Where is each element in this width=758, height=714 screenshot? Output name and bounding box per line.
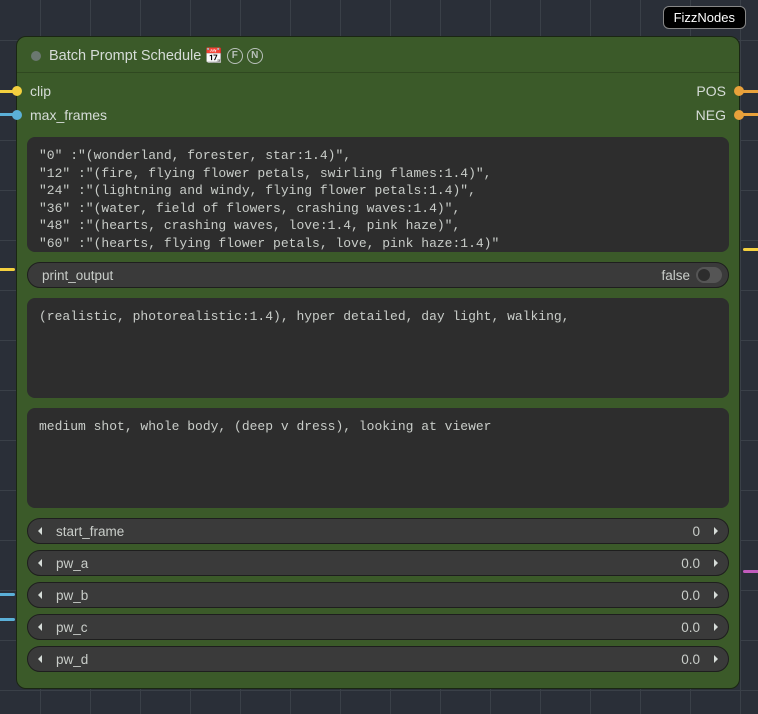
port-label: clip	[30, 83, 51, 99]
collapse-dot-icon[interactable]	[31, 51, 41, 61]
wire	[0, 268, 15, 271]
fn-badge-n-icon: N	[247, 48, 263, 64]
port-dot-icon	[12, 110, 22, 120]
spinner-label: pw_c	[52, 620, 681, 635]
increment-arrow-icon[interactable]	[704, 558, 728, 568]
node-titlebar[interactable]: Batch Prompt Schedule 📆 F N	[17, 37, 739, 73]
decrement-arrow-icon[interactable]	[28, 558, 52, 568]
print-output-toggle[interactable]: print_output false	[27, 262, 729, 288]
port-dot-icon	[12, 86, 22, 96]
spinner-value: 0	[692, 524, 704, 539]
spinner-label: pw_b	[52, 588, 681, 603]
port-label: POS	[696, 83, 726, 99]
toggle-label: print_output	[42, 268, 113, 283]
node-title: Batch Prompt Schedule 📆 F N	[49, 47, 263, 64]
port-label: NEG	[696, 107, 726, 123]
decrement-arrow-icon[interactable]	[28, 526, 52, 536]
port-dot-icon	[734, 86, 744, 96]
port-label: max_frames	[30, 107, 107, 123]
calendar-icon: 📆	[205, 47, 222, 64]
decrement-arrow-icon[interactable]	[28, 590, 52, 600]
wire	[0, 618, 15, 621]
increment-arrow-icon[interactable]	[704, 654, 728, 664]
increment-arrow-icon[interactable]	[704, 590, 728, 600]
node-batch-prompt-schedule[interactable]: Batch Prompt Schedule 📆 F N clip POS max…	[16, 36, 740, 689]
wire	[743, 570, 758, 573]
text-b-input[interactable]: medium shot, whole body, (deep v dress),…	[27, 408, 729, 508]
spinner-label: pw_d	[52, 652, 681, 667]
spinner-pw-b[interactable]: pw_b0.0	[27, 582, 729, 608]
wire	[743, 248, 758, 251]
spinner-value: 0.0	[681, 556, 704, 571]
text-a-input[interactable]: (realistic, photorealistic:1.4), hyper d…	[27, 298, 729, 398]
spinner-label: start_frame	[52, 524, 692, 539]
increment-arrow-icon[interactable]	[704, 526, 728, 536]
port-dot-icon	[734, 110, 744, 120]
spinner-pw-c[interactable]: pw_c0.0	[27, 614, 729, 640]
spinner-value: 0.0	[681, 620, 704, 635]
increment-arrow-icon[interactable]	[704, 622, 728, 632]
input-port-clip[interactable]: clip	[33, 83, 51, 99]
decrement-arrow-icon[interactable]	[28, 654, 52, 664]
wire	[0, 593, 15, 596]
ports-area: clip POS max_frames NEG	[17, 73, 739, 137]
prompt-schedule-input[interactable]: "0" :"(wonderland, forester, star:1.4)",…	[27, 137, 729, 252]
spinner-label: pw_a	[52, 556, 681, 571]
spinner-pw-d[interactable]: pw_d0.0	[27, 646, 729, 672]
spinner-pw-a[interactable]: pw_a0.0	[27, 550, 729, 576]
output-port-pos[interactable]: POS	[696, 83, 723, 99]
toggle-value: false	[661, 268, 690, 283]
switch-icon[interactable]	[696, 267, 722, 283]
spinner-value: 0.0	[681, 652, 704, 667]
category-badge: FizzNodes	[663, 6, 746, 29]
output-port-neg[interactable]: NEG	[696, 107, 723, 123]
spinner-value: 0.0	[681, 588, 704, 603]
input-port-max-frames[interactable]: max_frames	[33, 107, 107, 123]
fn-badge-f-icon: F	[227, 48, 243, 64]
decrement-arrow-icon[interactable]	[28, 622, 52, 632]
spinner-start-frame[interactable]: start_frame0	[27, 518, 729, 544]
